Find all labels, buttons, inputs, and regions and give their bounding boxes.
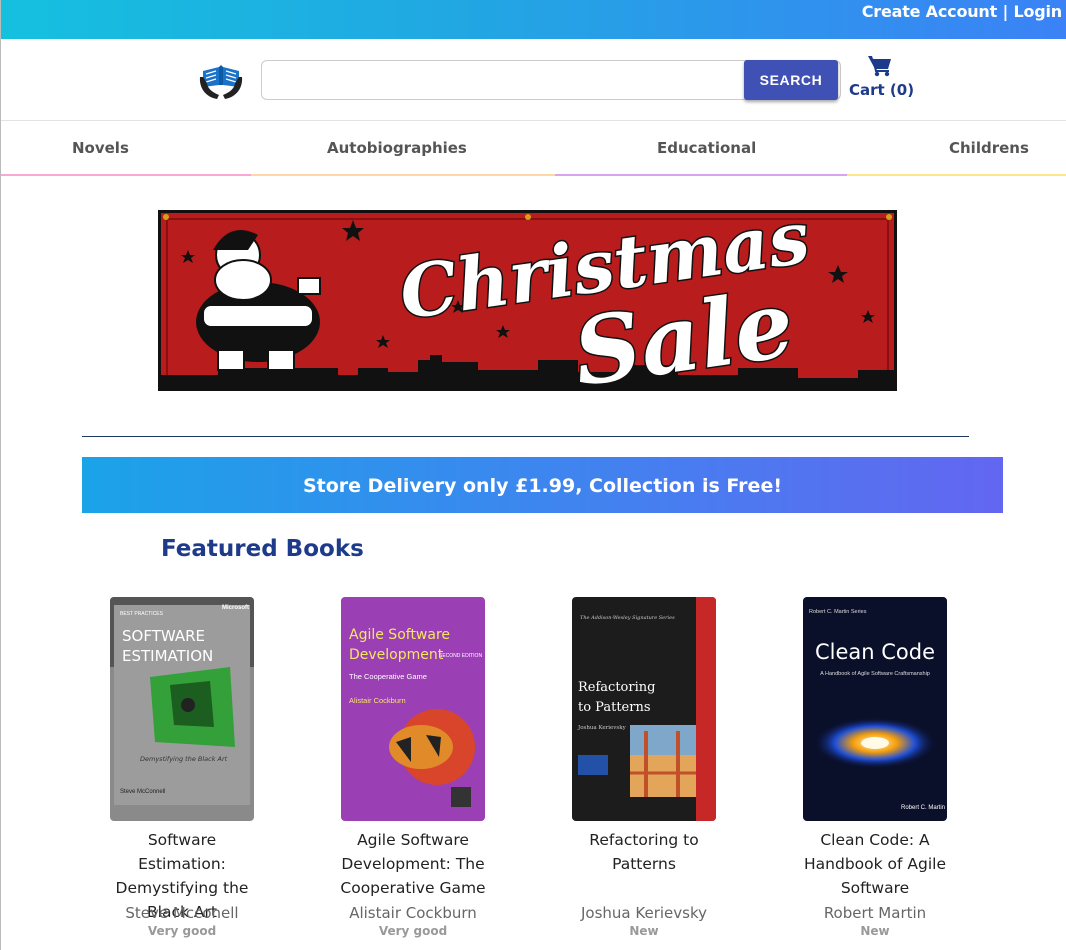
featured-books-heading: Featured Books [161,536,364,562]
delivery-notice-banner: Store Delivery only £1.99, Collection is… [82,457,1003,513]
category-tab-autobiographies[interactable]: Autobiographies [327,122,467,175]
cart-label: Cart (0) [849,81,915,99]
book-card[interactable]: Robert C. Martin Series Clean Code A Han… [760,597,990,938]
book-condition: New [860,924,890,938]
book-author: Joshua Kerievsky [581,904,707,922]
svg-text:Development: Development [349,647,444,663]
svg-text:Refactoring: Refactoring [578,680,655,695]
svg-text:Robert C. Martin: Robert C. Martin [901,805,945,811]
svg-text:Alistair Cockburn: Alistair Cockburn [349,696,406,705]
book-card[interactable]: BEST PRACTICES Microsoft SOFTWARE ESTIMA… [67,597,297,938]
account-links-separator: | [1002,2,1009,21]
svg-text:The Cooperative Game: The Cooperative Game [349,672,427,681]
svg-text:ESTIMATION: ESTIMATION [122,647,213,665]
category-tab-novels[interactable]: Novels [72,122,129,175]
book-hands-logo-icon[interactable] [197,57,245,101]
svg-text:The Addison-Wesley Signature S: The Addison-Wesley Signature Series [580,615,675,621]
book-cover-clean-code[interactable]: Robert C. Martin Series Clean Code A Han… [803,597,947,821]
svg-text:Clean Code: Clean Code [815,640,935,664]
svg-text:SECOND EDITION: SECOND EDITION [439,653,482,659]
svg-text:Joshua Kerievsky: Joshua Kerievsky [577,725,627,731]
book-condition: Very good [378,924,448,938]
book-cover-refactoring-to-patterns[interactable]: The Addison-Wesley Signature Series Refa… [572,597,716,821]
svg-text:Robert C. Martin Series: Robert C. Martin Series [809,609,867,615]
book-condition: New [629,924,659,938]
svg-text:Agile Software: Agile Software [349,627,450,643]
top-bar: Create Account | Login [1,0,1066,39]
search-button[interactable]: SEARCH [744,60,838,100]
account-links: Create Account | Login [862,2,1062,21]
login-link[interactable]: Login [1013,2,1062,21]
svg-text:to Patterns: to Patterns [578,700,651,715]
book-card[interactable]: Agile Software Development SECOND EDITIO… [298,597,528,938]
create-account-link[interactable]: Create Account [862,2,998,21]
cart-link[interactable]: Cart (0) [849,55,915,103]
category-underline-novels [1,174,251,176]
book-title[interactable]: Software Estimation: Demystifying the Bl… [102,828,262,921]
book-card[interactable]: The Addison-Wesley Signature Series Refa… [529,597,759,938]
book-title[interactable]: Refactoring to Patterns [564,828,724,900]
book-title[interactable]: Agile Software Development: The Cooperat… [333,828,493,900]
svg-text:Steve McConnell: Steve McConnell [120,789,165,795]
category-underline-autobiographies [251,174,555,176]
svg-text:SOFTWARE: SOFTWARE [122,627,205,645]
book-author: Alistair Cockburn [349,904,477,922]
category-underline-childrens [847,174,1066,176]
book-condition: Very good [147,924,217,938]
book-author: Steve Mcconell [125,904,239,922]
christmas-sale-banner[interactable]: Christmas Sale [158,210,897,391]
book-cover-software-estimation[interactable]: BEST PRACTICES Microsoft SOFTWARE ESTIMA… [110,597,254,821]
category-tab-educational[interactable]: Educational [657,122,756,175]
book-title[interactable]: Clean Code: A Handbook of Agile Software [795,828,955,900]
svg-text:Microsoft: Microsoft [222,605,249,611]
svg-text:A Handbook of Agile Software C: A Handbook of Agile Software Craftsmansh… [820,671,930,677]
svg-text:BEST PRACTICES: BEST PRACTICES [120,611,164,617]
cart-icon [868,56,891,77]
book-cover-agile-software-development[interactable]: Agile Software Development SECOND EDITIO… [341,597,485,821]
svg-text:Demystifying the Black Art: Demystifying the Black Art [140,755,228,763]
category-underline-educational [555,174,847,176]
category-tab-childrens[interactable]: Childrens [949,122,1029,175]
category-nav: Novels Autobiographies Educational Child… [1,122,1066,176]
header: SEARCH Cart (0) [1,39,1066,121]
section-divider [82,436,969,437]
book-author: Robert Martin [823,904,927,922]
